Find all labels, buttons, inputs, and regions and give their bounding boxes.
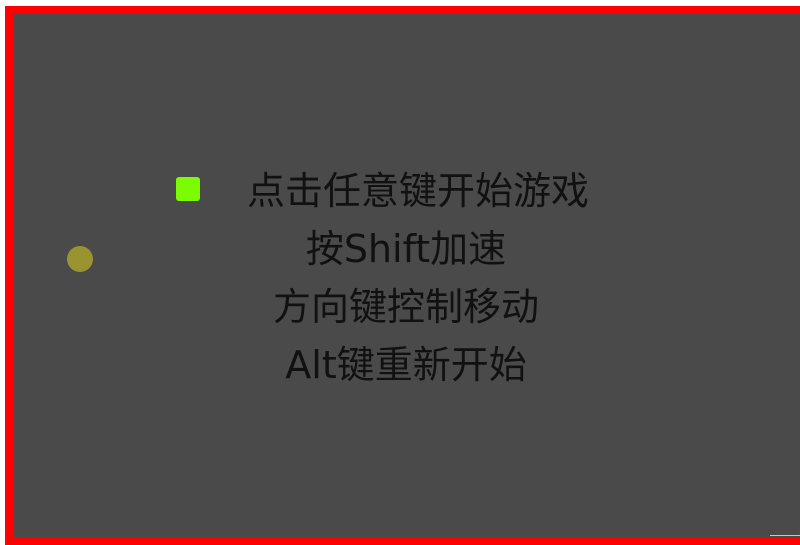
- instructions-text: 点击任意键开始游戏 按Shift加速 方向键控制移动 Alt键重新开始: [13, 162, 799, 394]
- start-instruction: 点击任意键开始游戏: [13, 162, 799, 220]
- speed-instruction: 按Shift加速: [13, 220, 799, 278]
- move-instruction: 方向键控制移动: [13, 278, 799, 336]
- restart-instruction: Alt键重新开始: [13, 336, 799, 394]
- corner-resize-mark: [770, 535, 800, 539]
- game-canvas[interactable]: 点击任意键开始游戏 按Shift加速 方向键控制移动 Alt键重新开始: [5, 6, 800, 545]
